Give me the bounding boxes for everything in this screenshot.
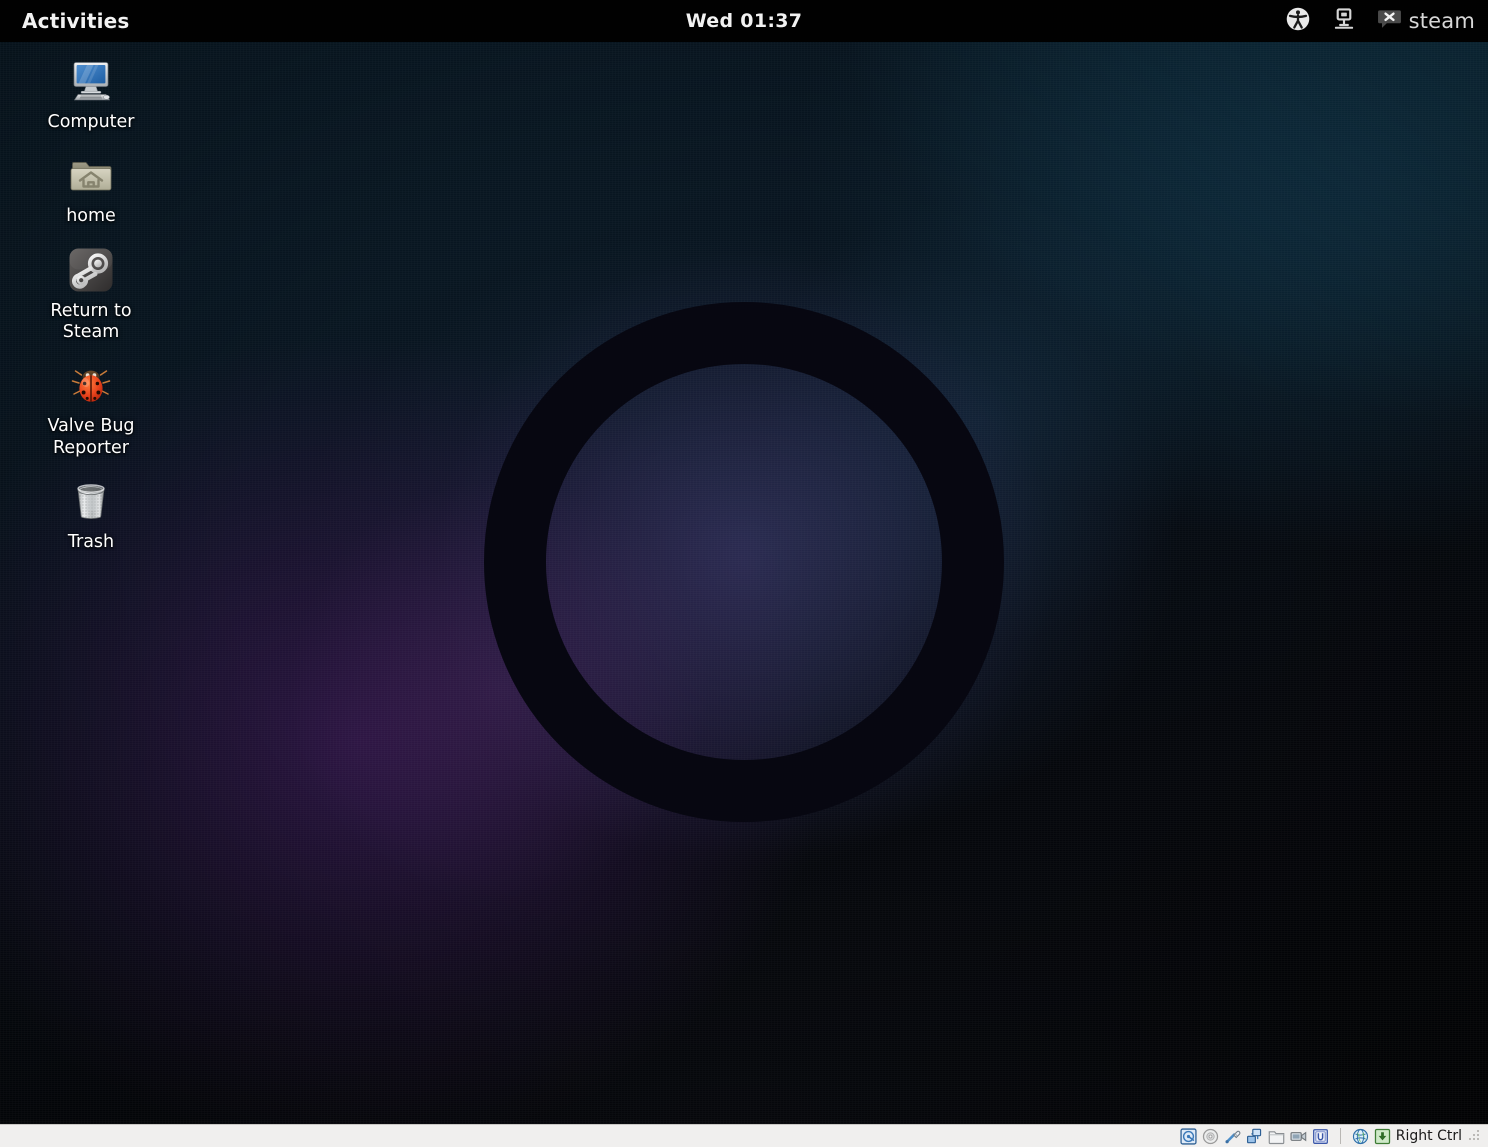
steam-tray-button[interactable]: steam bbox=[1374, 5, 1478, 38]
gnome-desktop[interactable]: Computer home Return to Steam Valve Bug … bbox=[0, 0, 1488, 1124]
vm-features-chip-icon[interactable] bbox=[1312, 1128, 1329, 1145]
vbox-indicator-group bbox=[1180, 1127, 1391, 1145]
resize-grip[interactable] bbox=[1468, 1129, 1482, 1143]
desktop-icon-label: Valve Bug Reporter bbox=[47, 416, 135, 458]
desktop-icon-valve-bug-reporter[interactable]: Valve Bug Reporter bbox=[18, 356, 164, 462]
network-menu-button[interactable] bbox=[1328, 4, 1360, 38]
display-capture-icon[interactable] bbox=[1290, 1128, 1307, 1145]
network-adapter-icon[interactable] bbox=[1246, 1128, 1263, 1145]
ring-gap-top bbox=[736, 299, 753, 379]
ring-shape bbox=[484, 302, 1004, 822]
wallpaper-ring-logo bbox=[484, 302, 1004, 822]
ring-gap-bottom bbox=[736, 745, 753, 825]
mouse-integration-icon[interactable] bbox=[1374, 1128, 1391, 1145]
usb-icon[interactable] bbox=[1224, 1128, 1241, 1145]
ladybug-icon bbox=[67, 361, 115, 409]
desktop-icon-label: Trash bbox=[67, 532, 115, 553]
accessibility-menu-button[interactable] bbox=[1282, 4, 1314, 38]
desktop-icon-return-to-steam[interactable]: Return to Steam bbox=[18, 241, 164, 347]
activities-button[interactable]: Activities bbox=[10, 6, 142, 36]
clock-area: Wed 01:37 bbox=[0, 0, 1488, 42]
home-folder-icon bbox=[67, 151, 115, 199]
host-key-label: Right Ctrl bbox=[1395, 1128, 1462, 1144]
computer-monitor-icon bbox=[67, 57, 115, 105]
gnome-top-bar: Activities Wed 01:37 steam bbox=[0, 0, 1488, 42]
desktop-icon-trash[interactable]: Trash bbox=[18, 472, 164, 556]
desktop-icon-home[interactable]: home bbox=[18, 146, 164, 230]
hard-disk-icon[interactable] bbox=[1180, 1127, 1197, 1145]
vbox-separator bbox=[1339, 1128, 1341, 1144]
optical-disc-icon[interactable] bbox=[1202, 1128, 1219, 1145]
desktop-icon-label: home bbox=[66, 206, 116, 227]
desktop-icon-grid: Computer home Return to Steam Valve Bug … bbox=[18, 52, 164, 566]
desktop-icon-label: Return to Steam bbox=[50, 300, 132, 343]
virtualbox-status-bar: Right Ctrl bbox=[0, 1124, 1488, 1147]
steam-logo-icon bbox=[67, 246, 115, 294]
accessibility-icon bbox=[1285, 6, 1311, 36]
trash-bin-icon bbox=[67, 477, 115, 525]
shared-folder-icon[interactable] bbox=[1268, 1128, 1285, 1145]
globe-remote-display-icon[interactable] bbox=[1352, 1128, 1369, 1145]
steam-tray-label: steam bbox=[1408, 9, 1475, 33]
status-tray: steam bbox=[1282, 0, 1478, 42]
virtualbox-vm-window: Computer home Return to Steam Valve Bug … bbox=[0, 0, 1488, 1147]
clock-datetime[interactable]: Wed 01:37 bbox=[676, 7, 813, 35]
steam-notification-badge-icon bbox=[1377, 7, 1402, 36]
desktop-icon-computer[interactable]: Computer bbox=[18, 52, 164, 136]
network-computer-icon bbox=[1331, 6, 1357, 36]
desktop-icon-label: Computer bbox=[47, 112, 135, 132]
